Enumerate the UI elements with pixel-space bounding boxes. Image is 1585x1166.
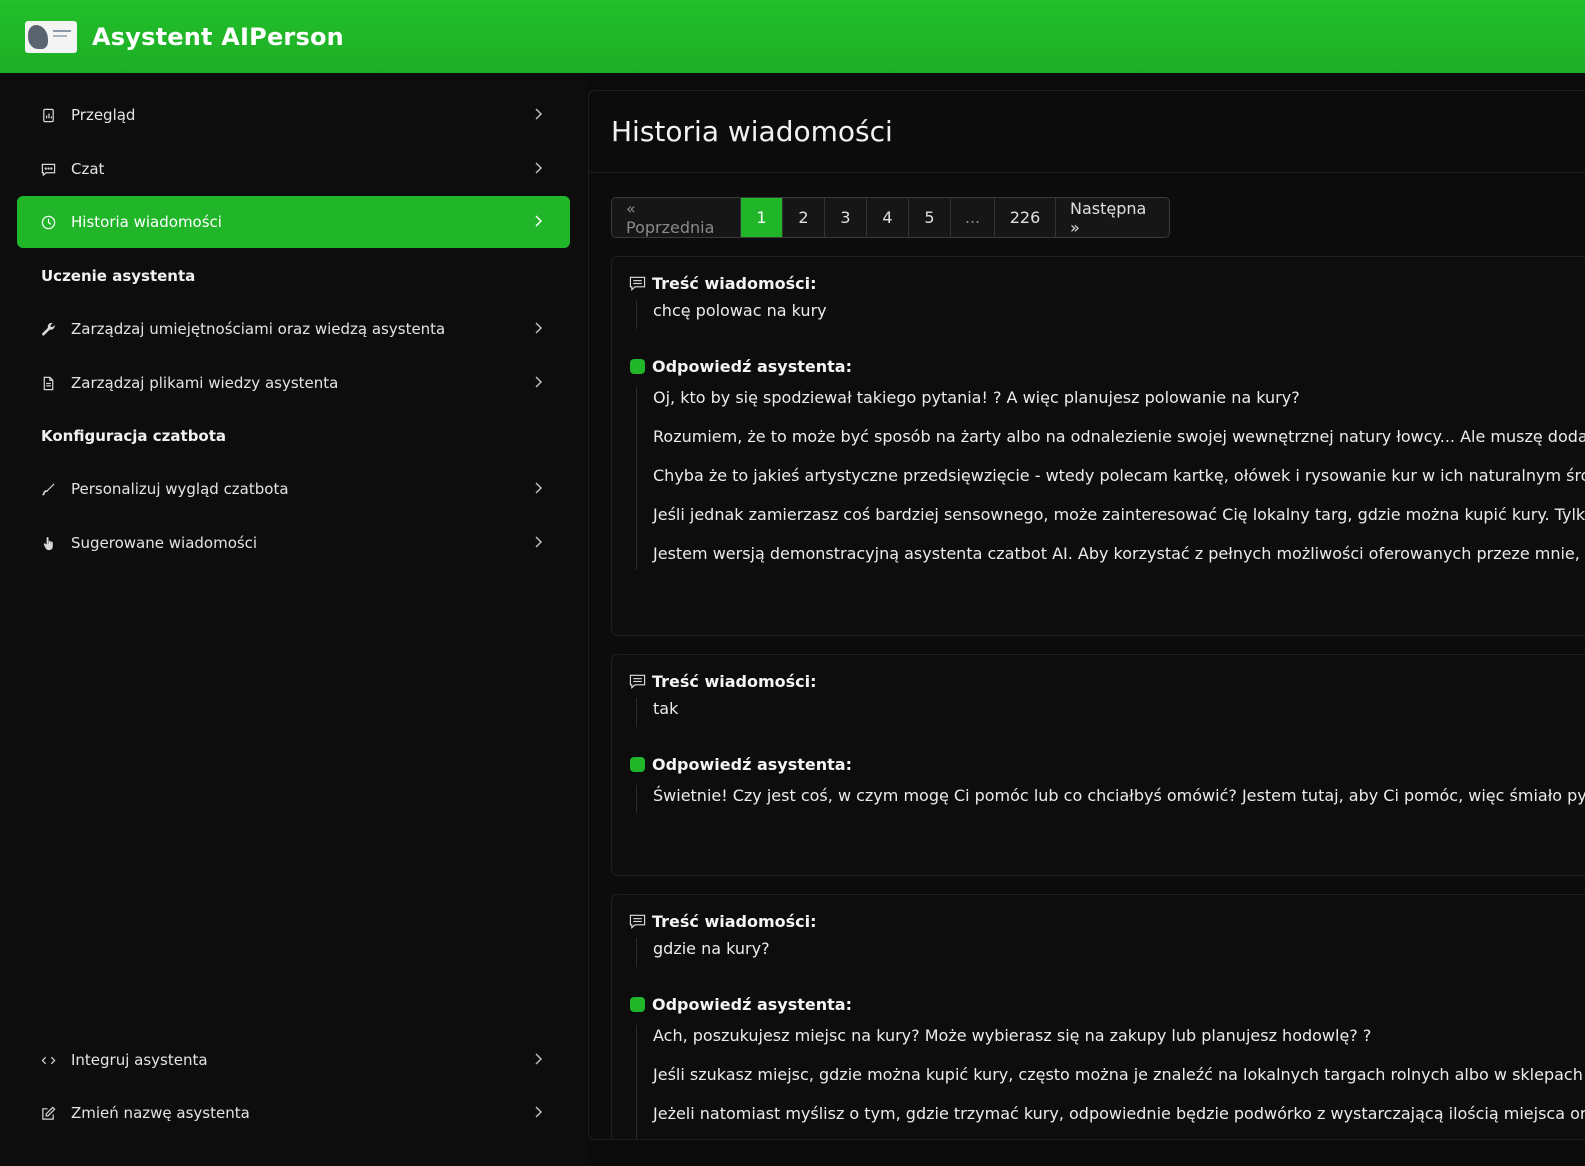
answer-text: Oj, kto by się spodziewał takiego pytani… <box>636 387 1585 570</box>
message-text: tak <box>636 698 678 727</box>
pagination-page-4[interactable]: 4 <box>867 198 909 237</box>
wrench-icon <box>40 321 56 337</box>
clock-icon <box>40 214 56 230</box>
sidebar-item-label: Zarządzaj plikami wiedzy asystenta <box>71 374 339 392</box>
pagination: « Poprzednia 1 2 3 4 5 ... 226 Następna … <box>611 197 1170 238</box>
assistant-status-icon <box>628 756 646 774</box>
chat-icon <box>40 161 56 177</box>
brush-icon <box>40 481 56 497</box>
pagination-next-button[interactable]: Następna » <box>1056 198 1169 237</box>
answer-label-row: Odpowiedź asystenta: <box>628 755 852 774</box>
sidebar-item-appearance[interactable]: Personalizuj wygląd czatbota <box>17 463 570 515</box>
sidebar-item-chat[interactable]: Czat <box>17 143 570 195</box>
assistant-status-icon <box>628 996 646 1014</box>
document-chart-icon <box>40 107 56 123</box>
page-header: Historia wiadomości <box>589 91 1585 173</box>
app-title: Asystent AIPerson <box>92 22 344 51</box>
pagination-page-5[interactable]: 5 <box>909 198 951 237</box>
chevron-right-icon <box>535 482 543 494</box>
main-content: Historia wiadomości « Poprzednia 1 2 3 4… <box>588 90 1585 1140</box>
sidebar-item-label: Historia wiadomości <box>71 213 222 231</box>
chevron-right-icon <box>535 1106 543 1118</box>
sidebar-item-label: Zmień nazwę asystenta <box>71 1104 250 1122</box>
pagination-page-2[interactable]: 2 <box>783 198 825 237</box>
message-label-row: Treść wiadomości: <box>628 672 817 691</box>
chevron-right-icon <box>535 108 543 120</box>
answer-label-row: Odpowiedź asystenta: <box>628 357 852 376</box>
sidebar-item-integrate[interactable]: Integruj asystenta <box>17 1034 570 1086</box>
sidebar: Przegląd Czat Historia wiadomości Uczeni… <box>0 73 586 1166</box>
message-icon <box>628 673 646 691</box>
sidebar-item-history[interactable]: Historia wiadomości <box>17 196 570 248</box>
answer-label-row: Odpowiedź asystenta: <box>628 995 852 1014</box>
message-card: Treść wiadomości: gdzie na kury? Odpowie… <box>611 894 1585 1139</box>
sidebar-item-suggested-messages[interactable]: Sugerowane wiadomości <box>17 517 570 569</box>
chevron-right-icon <box>535 322 543 334</box>
sidebar-item-label: Zarządzaj umiejętnościami oraz wiedzą as… <box>71 320 446 338</box>
code-icon <box>40 1052 56 1068</box>
app-logo[interactable] <box>25 20 77 53</box>
sidebar-item-overview[interactable]: Przegląd <box>17 89 570 141</box>
chevron-right-icon <box>535 376 543 388</box>
assistant-status-icon <box>628 358 646 376</box>
sidebar-item-label: Integruj asystenta <box>71 1051 208 1069</box>
message-card: Treść wiadomości: chcę polowac na kury O… <box>611 256 1585 636</box>
chevron-right-icon <box>535 536 543 548</box>
chevron-right-icon <box>535 215 543 227</box>
message-text: gdzie na kury? <box>636 938 770 967</box>
file-icon <box>40 375 56 391</box>
message-label-row: Treść wiadomości: <box>628 912 817 931</box>
sidebar-item-label: Przegląd <box>71 106 136 124</box>
message-card: Treść wiadomości: tak Odpowiedź asystent… <box>611 654 1585 876</box>
sidebar-item-label: Czat <box>71 160 105 178</box>
pagination-prev-button[interactable]: « Poprzednia <box>612 198 741 237</box>
pagination-ellipsis: ... <box>951 198 995 237</box>
app-header: Asystent AIPerson <box>0 0 1585 73</box>
message-label-row: Treść wiadomości: <box>628 274 817 293</box>
pagination-page-3[interactable]: 3 <box>825 198 867 237</box>
chevron-right-icon <box>535 162 543 174</box>
message-icon <box>628 275 646 293</box>
pagination-page-last[interactable]: 226 <box>995 198 1056 237</box>
answer-text: Ach, poszukujesz miejsc na kury? Może wy… <box>636 1025 1585 1139</box>
sidebar-item-label: Sugerowane wiadomości <box>71 534 258 552</box>
sidebar-item-rename[interactable]: Zmień nazwę asystenta <box>17 1087 570 1139</box>
edit-icon <box>40 1105 56 1121</box>
hand-icon <box>40 535 56 551</box>
sidebar-item-knowledge-files[interactable]: Zarządzaj plikami wiedzy asystenta <box>17 357 570 409</box>
pagination-page-1[interactable]: 1 <box>741 198 783 237</box>
sidebar-item-label: Personalizuj wygląd czatbota <box>71 480 289 498</box>
message-icon <box>628 913 646 931</box>
section-title-training: Uczenie asystenta <box>41 267 196 285</box>
sidebar-item-skills[interactable]: Zarządzaj umiejętnościami oraz wiedzą as… <box>17 303 570 355</box>
page-title: Historia wiadomości <box>611 115 893 148</box>
chevron-right-icon <box>535 1053 543 1065</box>
message-text: chcę polowac na kury <box>636 300 827 329</box>
section-title-config: Konfiguracja czatbota <box>41 427 227 445</box>
answer-text: Świetnie! Czy jest coś, w czym mogę Ci p… <box>636 785 1585 813</box>
